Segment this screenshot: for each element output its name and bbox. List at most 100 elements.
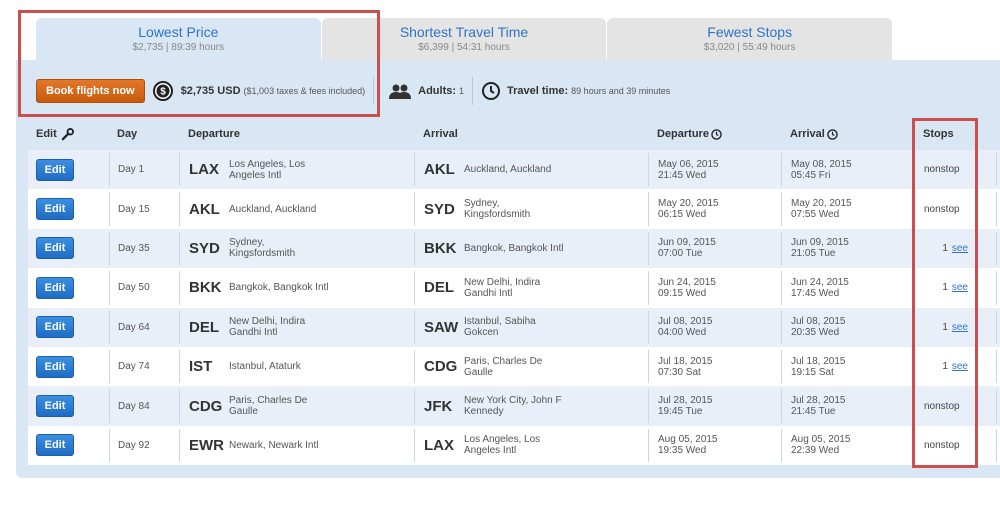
- tab-lowest-price[interactable]: Lowest Price $2,735 | 89:39 hours: [36, 18, 321, 60]
- divider: [781, 310, 782, 344]
- clock-icon: [711, 128, 722, 140]
- edit-cell: Edit: [36, 268, 74, 307]
- table-row: Edit Day 15 AKL Auckland, Auckland SYD Sydney…: [28, 189, 1000, 229]
- edit-button[interactable]: Edit: [36, 198, 74, 221]
- divider: [996, 310, 997, 344]
- departure-code: DEL: [189, 318, 219, 336]
- travel-time-label: Travel time:: [507, 85, 569, 97]
- arrival-time: 17:45 Wed: [791, 287, 840, 299]
- edit-button[interactable]: Edit: [36, 316, 74, 339]
- arrival-name: Bangkok, Bangkok Intl: [464, 242, 564, 254]
- departure-time: 19:35 Wed: [658, 445, 707, 457]
- arrival-airport-cell: CDG Paris, Charles De Gaulle: [424, 347, 564, 386]
- see-stops-link[interactable]: see: [952, 322, 968, 333]
- stops-count: 1: [942, 282, 948, 294]
- stops-cell: nonstop: [924, 400, 960, 412]
- divider: [648, 310, 649, 344]
- divider: [414, 310, 415, 344]
- arrival-time: 19:15 Sat: [791, 366, 834, 378]
- divider: [179, 389, 180, 423]
- clock-icon: [827, 128, 838, 140]
- edit-button[interactable]: Edit: [36, 276, 74, 299]
- departure-datetime-cell: May 06, 2015 21:45 Wed: [658, 150, 719, 189]
- arrival-code: JFK: [424, 397, 453, 415]
- departure-time: 07:00 Tue: [658, 248, 703, 260]
- departure-time: 09:15 Wed: [658, 287, 707, 299]
- arrival-datetime-cell: May 20, 2015 07:55 Wed: [791, 189, 852, 228]
- divider: [179, 271, 180, 305]
- clock-icon: [482, 82, 501, 100]
- day-cell: Day 1: [118, 164, 145, 176]
- see-stops-link[interactable]: see: [952, 243, 968, 254]
- divider: [414, 428, 415, 463]
- see-stops-link[interactable]: see: [952, 361, 968, 372]
- tab-subtitle: $3,020 | 55:49 hours: [703, 42, 796, 53]
- departure-code: IST: [189, 358, 213, 376]
- divider: [414, 349, 415, 384]
- book-flights-button[interactable]: Book flights now: [36, 79, 145, 103]
- arrival-datetime-cell: Aug 05, 2015 22:39 Wed: [791, 426, 851, 465]
- table-row: Edit Day 35 SYD Sydney, Kingsfordsmith BKK Ba…: [28, 228, 1000, 269]
- departure-datetime-cell: Jul 28, 2015 19:45 Tue: [658, 386, 713, 425]
- departure-name: Los Angeles, Los Angeles Intl: [229, 158, 306, 181]
- arrival-date: Aug 05, 2015: [791, 434, 851, 446]
- adults-label: Adults:: [418, 85, 457, 97]
- departure-code: CDG: [189, 397, 223, 415]
- divider: [996, 153, 997, 187]
- table-body: Edit Day 1 LAX Los Angeles, Los Angeles Int…: [28, 150, 1000, 466]
- arrival-date: Jun 24, 2015: [791, 276, 849, 288]
- tab-shortest-travel-time[interactable]: Shortest Travel Time $6,399 | 54:31 hour…: [321, 18, 607, 60]
- divider: [414, 271, 415, 305]
- dollar-icon: $: [152, 81, 173, 101]
- departure-code: EWR: [189, 436, 224, 454]
- divider: [179, 192, 180, 226]
- edit-cell: Edit: [36, 308, 74, 347]
- header-edit: Edit: [36, 127, 74, 141]
- arrival-name: Istanbul, Sabiha Gokcen: [464, 316, 536, 339]
- divider: [996, 192, 997, 226]
- edit-cell: Edit: [36, 426, 74, 465]
- arrival-code: BKK: [424, 239, 457, 257]
- divider: [414, 153, 415, 187]
- edit-button[interactable]: Edit: [36, 434, 74, 457]
- header-departure-time-label: Departure: [657, 128, 709, 140]
- departure-date: Jul 18, 2015: [658, 355, 713, 367]
- departure-airport-cell: DEL New Delhi, Indira Gandhi Intl: [189, 308, 329, 347]
- arrival-datetime-cell: Jul 08, 2015 20:35 Wed: [791, 308, 846, 347]
- divider: [781, 153, 782, 187]
- departure-date: May 06, 2015: [658, 158, 719, 170]
- divider: [109, 349, 110, 384]
- edit-button[interactable]: Edit: [36, 158, 74, 181]
- departure-name: Newark, Newark Intl: [229, 439, 319, 451]
- divider: [414, 231, 415, 266]
- table-row: Edit Day 92 EWR Newark, Newark Intl LAX Los A…: [28, 425, 1000, 466]
- divider: [179, 153, 180, 187]
- tab-fewest-stops[interactable]: Fewest Stops $3,020 | 55:49 hours: [607, 18, 893, 60]
- arrival-code: AKL: [424, 161, 455, 179]
- divider: [648, 231, 649, 266]
- arrival-date: May 08, 2015: [791, 158, 852, 170]
- departure-datetime-cell: Jun 09, 2015 07:00 Tue: [658, 229, 716, 268]
- result-tabs: Lowest Price $2,735 | 89:39 hours Shorte…: [36, 18, 893, 60]
- header-stops: Stops: [923, 128, 954, 140]
- see-stops-link[interactable]: see: [952, 282, 968, 293]
- arrival-airport-cell: AKL Auckland, Auckland: [424, 150, 564, 189]
- edit-button[interactable]: Edit: [36, 395, 74, 418]
- day-cell: Day 50: [118, 282, 150, 294]
- edit-button[interactable]: Edit: [36, 355, 74, 378]
- arrival-datetime-cell: Jul 28, 2015 21:45 Tue: [791, 386, 846, 425]
- stops-cell: 1 see: [936, 268, 968, 307]
- edit-button[interactable]: Edit: [36, 237, 74, 260]
- departure-time: 06:15 Wed: [658, 209, 707, 221]
- divider: [914, 153, 915, 187]
- stops-cell: 1 see: [936, 347, 968, 386]
- divider: [996, 389, 997, 423]
- departure-date: Aug 05, 2015: [658, 434, 718, 446]
- stops-cell: nonstop: [924, 164, 960, 176]
- departure-name: Auckland, Auckland: [229, 203, 317, 215]
- divider: [109, 192, 110, 226]
- divider: [781, 389, 782, 423]
- arrival-airport-cell: DEL New Delhi, Indira Gandhi Intl: [424, 268, 564, 307]
- departure-name: Sydney, Kingsfordsmith: [229, 237, 296, 260]
- stops-cell: 1 see: [936, 229, 968, 268]
